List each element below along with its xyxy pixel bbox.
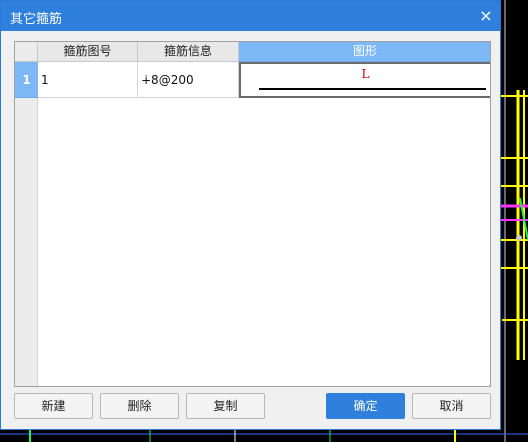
new-button[interactable]: 新建 bbox=[14, 393, 93, 419]
column-header-stirrup-code[interactable]: 箍筋图号 bbox=[38, 42, 138, 62]
copy-button[interactable]: 复制 bbox=[186, 393, 265, 419]
close-icon[interactable]: × bbox=[476, 6, 496, 26]
dialog-title: 其它箍筋 bbox=[10, 12, 63, 27]
dialog-titlebar[interactable]: 其它箍筋 × bbox=[1, 1, 500, 31]
cell-stirrup-code[interactable]: 1 bbox=[38, 62, 138, 98]
grid-corner-header[interactable] bbox=[15, 42, 38, 62]
cancel-button[interactable]: 取消 bbox=[412, 393, 491, 419]
stirrup-grid[interactable]: 箍筋图号 箍筋信息 图形 1 1 ∔8@200 L bbox=[14, 41, 491, 387]
ok-button[interactable]: 确定 bbox=[326, 393, 405, 419]
shape-line-drawing bbox=[259, 88, 486, 90]
other-stirrups-dialog: 其它箍筋 × 箍筋图号 箍筋信息 图形 1 1 ∔8@200 L 新建 删除 复… bbox=[0, 0, 501, 430]
column-header-stirrup-info[interactable]: 箍筋信息 bbox=[138, 42, 239, 62]
row-header-gutter bbox=[15, 98, 38, 386]
row-number[interactable]: 1 bbox=[15, 62, 38, 98]
delete-button[interactable]: 删除 bbox=[100, 393, 179, 419]
cell-stirrup-info[interactable]: ∔8@200 bbox=[138, 62, 239, 98]
column-header-shape[interactable]: 图形 bbox=[239, 42, 490, 62]
shape-label: L bbox=[361, 67, 370, 81]
cell-shape[interactable]: L bbox=[239, 62, 490, 98]
